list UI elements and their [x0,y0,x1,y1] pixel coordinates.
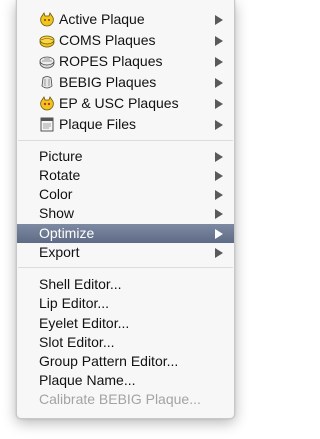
submenu-arrow-icon [215,78,223,88]
coms-plaque-icon [39,33,55,48]
menu-item-ep-usc-plaques[interactable]: EP & USC Plaques [17,94,234,113]
file-icon [39,117,55,132]
menu-item-optimize[interactable]: Optimize [17,224,234,243]
menu-item-calibrate-bebig-plaque: Calibrate BEBIG Plaque... [17,390,234,409]
menu-item-rotate[interactable]: Rotate [17,166,234,185]
submenu-arrow-icon [215,15,223,25]
menu-item-label: Export [39,244,80,260]
menu-item-picture[interactable]: Picture [17,147,234,166]
menu-item-shell-editor[interactable]: Shell Editor... [17,275,234,294]
menu-item-label: ROPES Plaques [59,53,163,69]
menu-item-label: EP & USC Plaques [59,95,179,111]
menu-item-label: Optimize [39,225,95,241]
menu-item-label: Slot Editor... [39,334,115,350]
submenu-arrow-icon [215,36,223,46]
yellow-plaque-icon [39,12,55,27]
menu-item-label: Eyelet Editor... [39,315,130,331]
ep-usc-plaque-icon [39,96,55,111]
menu-item-show[interactable]: Show [17,204,234,223]
menu-item-label: Calibrate BEBIG Plaque... [39,391,201,407]
menu-separator [18,140,233,141]
ropes-plaque-icon [39,54,55,69]
menu-item-ropes-plaques[interactable]: ROPES Plaques [17,52,234,71]
menu-item-plaque-files[interactable]: Plaque Files [17,115,234,134]
menu-item-label: Plaque Name... [39,372,136,388]
menu-item-slot-editor[interactable]: Slot Editor... [17,333,234,352]
menu-item-export[interactable]: Export [17,243,234,262]
menu-item-coms-plaques[interactable]: COMS Plaques [17,31,234,50]
submenu-arrow-icon [215,57,223,67]
menu-item-lip-editor[interactable]: Lip Editor... [17,294,234,313]
menu-item-bebig-plaques[interactable]: BEBIG Plaques [17,73,234,92]
menu-item-active-plaque[interactable]: Active Plaque [17,10,234,29]
submenu-arrow-icon [215,120,223,130]
submenu-arrow-icon [215,209,223,219]
submenu-arrow-icon [215,99,223,109]
bebig-plaque-icon [39,75,55,90]
submenu-arrow-icon [215,171,223,181]
menu-item-label: Show [39,205,75,221]
menu-item-color[interactable]: Color [17,185,234,204]
context-menu: Active Plaque COMS Plaques ROPES Plaques [16,0,235,419]
menu-item-label: Plaque Files [59,116,137,132]
menu-separator [18,267,233,268]
menu-item-label: COMS Plaques [59,32,156,48]
menu-item-label: Color [39,186,73,202]
menu-item-label: Picture [39,148,83,164]
submenu-arrow-icon [215,248,223,258]
menu-item-label: Lip Editor... [39,295,110,311]
submenu-arrow-icon [215,190,223,200]
menu-item-label: BEBIG Plaques [59,74,157,90]
menu-item-group-pattern-editor[interactable]: Group Pattern Editor... [17,352,234,371]
menu-item-eyelet-editor[interactable]: Eyelet Editor... [17,314,234,333]
submenu-arrow-icon [215,229,223,239]
submenu-arrow-icon [215,152,223,162]
menu-item-plaque-name[interactable]: Plaque Name... [17,371,234,390]
menu-item-label: Shell Editor... [39,276,122,292]
menu-item-label: Rotate [39,167,81,183]
menu-item-label: Active Plaque [59,11,145,27]
menu-item-label: Group Pattern Editor... [39,353,179,369]
